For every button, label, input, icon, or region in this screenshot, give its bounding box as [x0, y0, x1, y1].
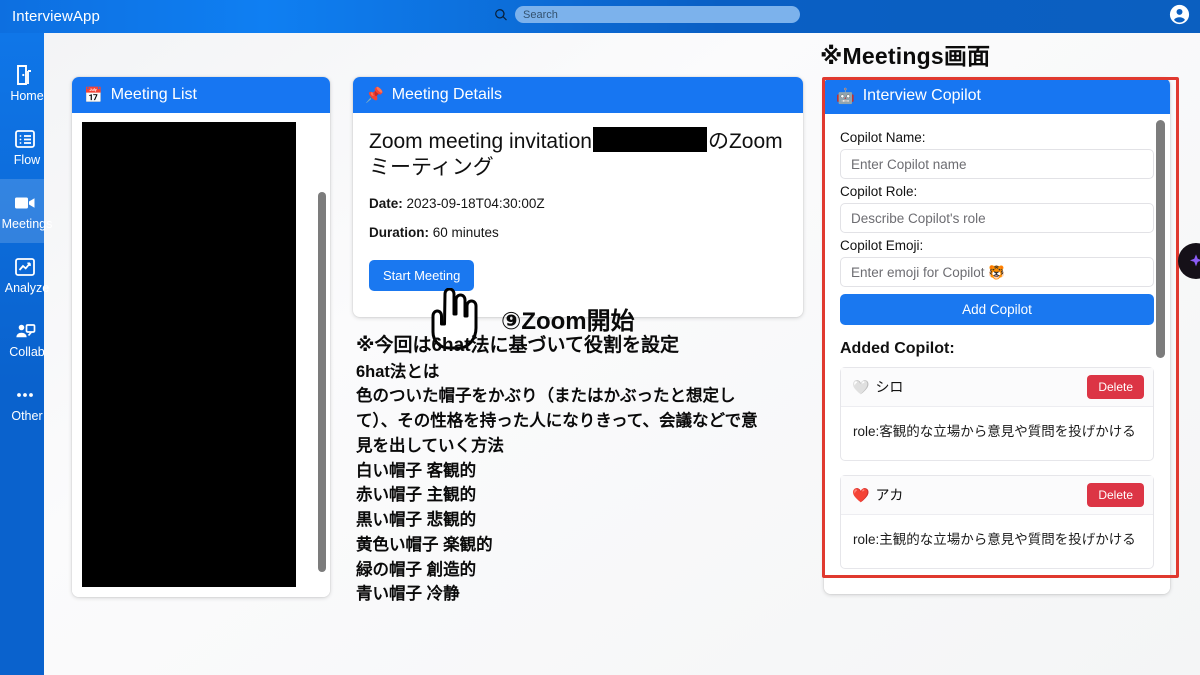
sidebar-nav: Home Flow Meetings Analyze Collab Other: [0, 33, 52, 675]
annotation-line: 青い帽子 冷静: [356, 585, 460, 604]
meeting-list-header: 📅 Meeting List: [72, 77, 330, 113]
meeting-details-header: 📌 Meeting Details: [353, 77, 803, 113]
meeting-date-value: 2023-09-18T04:30:00Z: [406, 195, 545, 211]
copilot-item-header: 🤍 シロ Delete: [841, 368, 1153, 407]
sidebar-item-label: Other: [11, 409, 43, 423]
copilot-role-label: Copilot Role:: [840, 184, 918, 199]
copilot-list-item: 🤍 シロ Delete role:客観的な立場から意見や質問を投げかける: [840, 367, 1154, 461]
delete-copilot-button[interactable]: Delete: [1087, 375, 1144, 399]
sidebar-item-meetings[interactable]: Meetings: [0, 179, 52, 243]
delete-copilot-button[interactable]: Delete: [1087, 483, 1144, 507]
pin-icon: 📌: [365, 86, 384, 104]
account-circle-icon: [1168, 3, 1191, 31]
annotation-line: 6hat法とは: [356, 362, 440, 381]
annotation-line: 緑の帽子 創造的: [356, 560, 477, 579]
interview-copilot-title: Interview Copilot: [862, 87, 981, 104]
copilot-item-name: アカ: [875, 487, 904, 503]
start-meeting-button[interactable]: Start Meeting: [369, 259, 475, 291]
ellipsis-icon: [13, 383, 37, 407]
page-screen-annotation: ※Meetings画面: [820, 43, 991, 69]
search-area: [494, 6, 800, 23]
main-content-area: ※Meetings画面 📅 Meeting List 📌 Meeting Det…: [44, 33, 1200, 675]
collab-person-icon: [13, 319, 37, 343]
annotation-line: て）、その性格を持った人になりきって、会議などで意: [356, 412, 758, 431]
chart-analyze-icon: [13, 255, 37, 279]
copilot-item-header: ❤️ アカ Delete: [841, 476, 1153, 515]
video-camera-icon: [13, 191, 37, 215]
add-copilot-button[interactable]: Add Copilot: [840, 294, 1154, 325]
annotation-six-hats: ※今回は6hat法に基づいて役割を設定 6hat法とは 色のついた帽子をかぶり（…: [356, 332, 776, 607]
copilot-name-label: Copilot Name:: [840, 130, 926, 145]
copilot-list-item: ❤️ アカ Delete role:主観的な立場から意見や質問を投げかける: [840, 475, 1154, 569]
meeting-list-scrollbar[interactable]: [318, 192, 326, 572]
meeting-duration-value: 60 minutes: [432, 224, 499, 240]
search-input[interactable]: [515, 6, 800, 23]
white-heart-icon: 🤍: [852, 378, 870, 395]
copilot-item-role: role:客観的な立場から意見や質問を投げかける: [853, 424, 1136, 439]
copilot-item-name: シロ: [875, 379, 904, 395]
sidebar-item-flow[interactable]: Flow: [0, 115, 44, 179]
meeting-details-title: Meeting Details: [391, 86, 502, 103]
sidebar-item-label: Collab: [9, 345, 45, 359]
copilot-name-input[interactable]: [840, 149, 1154, 179]
sidebar-item-label: Meetings: [1, 217, 53, 231]
annotation-six-hats-heading: ※今回は6hat法に基づいて役割を設定: [356, 335, 679, 356]
sidebar-item-other[interactable]: Other: [0, 371, 44, 435]
meeting-duration-row: Duration: 60 minutes: [369, 225, 787, 240]
robot-icon: 🤖: [836, 87, 855, 105]
annotation-zoom-step: ⑨Zoom開始: [501, 308, 635, 335]
top-app-bar: InterviewApp: [0, 0, 1200, 33]
account-avatar-button[interactable]: [1167, 4, 1192, 29]
interview-copilot-header: 🤖 Interview Copilot: [824, 78, 1170, 114]
annotation-line: 黄色い帽子 楽観的: [356, 535, 493, 554]
redacted-meeting-list-content: [82, 122, 296, 587]
copilot-item-name-wrap: ❤️ アカ: [852, 485, 903, 505]
redacted-host-name: [592, 127, 707, 152]
annotation-line: 赤い帽子 主観的: [356, 486, 477, 505]
copilot-emoji-label: Copilot Emoji:: [840, 238, 924, 253]
sidebar-item-home[interactable]: Home: [0, 51, 44, 115]
annotation-line: 黒い帽子 悲観的: [356, 511, 477, 530]
copilot-item-role: role:主観的な立場から意見や質問を投げかける: [853, 532, 1136, 547]
annotation-line: 色のついた帽子をかぶり（またはかぶったと想定し: [356, 387, 736, 406]
meeting-list-body: [72, 113, 330, 597]
meeting-date-label: Date:: [369, 195, 403, 211]
copilot-emoji-input[interactable]: [840, 257, 1154, 287]
search-icon: [494, 8, 508, 22]
copilot-item-name-wrap: 🤍 シロ: [852, 377, 903, 397]
red-heart-icon: ❤️: [852, 486, 870, 503]
annotation-line: 白い帽子 客観的: [356, 461, 477, 480]
added-copilot-heading: Added Copilot:: [840, 340, 955, 357]
meeting-duration-label: Duration:: [369, 224, 429, 240]
sidebar-item-label: Home: [10, 89, 44, 103]
app-title: InterviewApp: [12, 8, 100, 25]
sidebar-item-label: Flow: [13, 153, 41, 167]
calendar-icon: 📅: [84, 86, 103, 104]
annotation-line: 見を出していく方法: [356, 436, 505, 455]
door-home-icon: [13, 63, 37, 87]
meeting-title-prefix: Zoom meeting invitation: [369, 130, 592, 153]
meeting-details-body: Zoom meeting invitation のZoomミーティング Date:…: [353, 113, 803, 291]
copilot-role-input[interactable]: [840, 203, 1154, 233]
sidebar-item-label: Analyze: [4, 281, 50, 295]
copilot-panel-scrollbar[interactable]: [1156, 120, 1165, 358]
interview-copilot-panel: 🤖 Interview Copilot Copilot Name: Copilo…: [824, 78, 1170, 594]
interview-copilot-body: Copilot Name: Copilot Role: Copilot Emoj…: [824, 114, 1170, 594]
list-flow-icon: [13, 127, 37, 151]
meeting-date-row: Date: 2023-09-18T04:30:00Z: [369, 196, 787, 211]
sidebar-item-analyze[interactable]: Analyze: [0, 243, 49, 307]
sidebar-item-collab[interactable]: Collab: [0, 307, 45, 371]
meeting-list-panel: 📅 Meeting List: [72, 77, 330, 597]
meeting-title: Zoom meeting invitation のZoomミーティング: [369, 127, 787, 182]
meeting-details-panel: 📌 Meeting Details Zoom meeting invitatio…: [353, 77, 803, 317]
meeting-list-title: Meeting List: [110, 86, 197, 103]
